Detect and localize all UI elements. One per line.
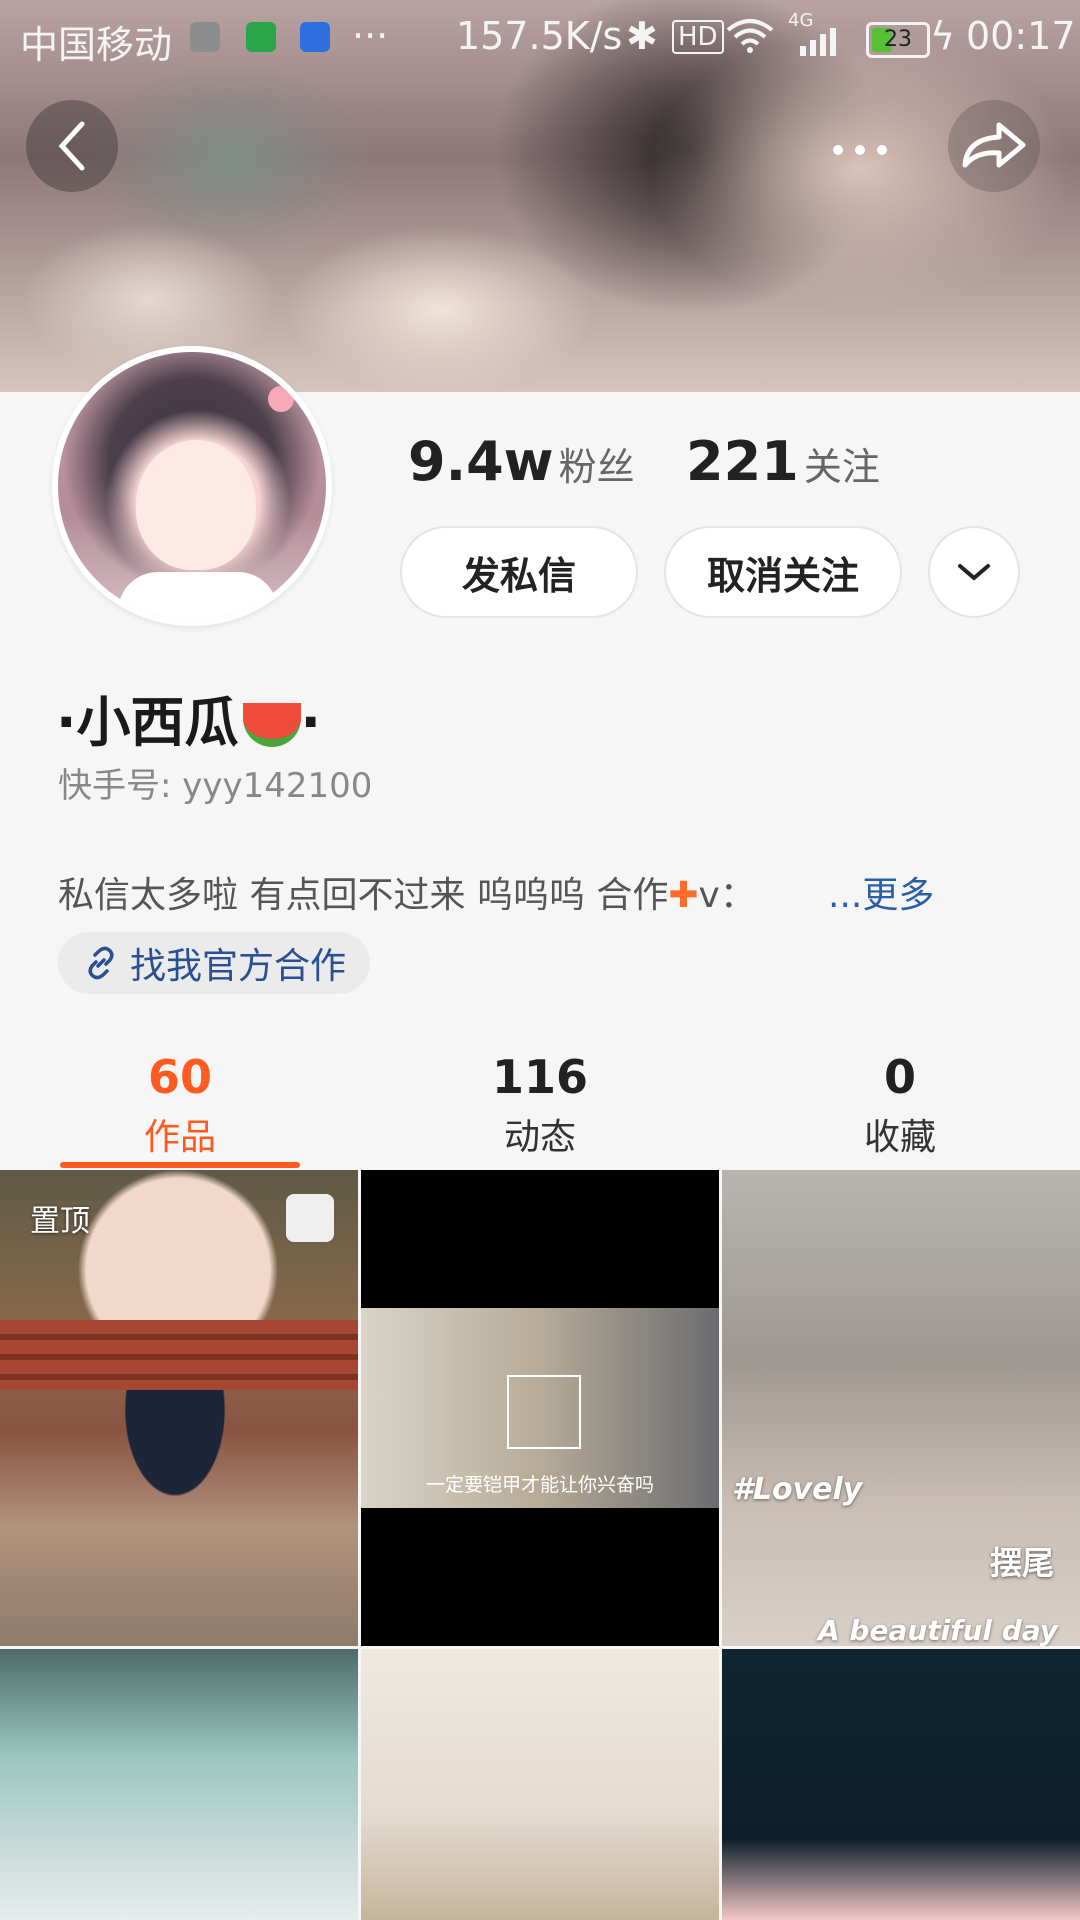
plus-emoji-icon: ✚ [668, 875, 699, 916]
following-label: 关注 [803, 445, 880, 489]
message-notification-icon [300, 22, 330, 52]
tab-moments-count: 116 [491, 1050, 589, 1104]
more-options-button[interactable] [820, 110, 900, 190]
video-thumbnail[interactable] [0, 1649, 358, 1920]
tab-favorites[interactable]: 0 收藏 [720, 1050, 1080, 1160]
bio-more-link[interactable]: ...更多 [828, 866, 934, 918]
focus-frame-icon [507, 1375, 581, 1449]
profile-name-suffix: · [300, 691, 322, 754]
app-notification-icon [246, 22, 276, 52]
tab-favorites-count: 0 [883, 1050, 916, 1104]
following-stat[interactable]: 221 关注 [686, 430, 880, 493]
tab-works-label: 作品 [143, 1117, 216, 1158]
cooperation-link-label: 找我官方合作 [130, 946, 347, 987]
profile-name-text: ·小西瓜 [56, 691, 239, 754]
followers-label: 粉丝 [558, 445, 635, 489]
charging-icon: ϟ [930, 14, 956, 58]
signal-icon [800, 28, 836, 56]
bio-text: 私信太多啦 有点回不过来 呜呜呜 合作 [58, 875, 669, 916]
more-dots-icon [833, 145, 887, 155]
unfollow-button[interactable]: 取消关注 [664, 526, 902, 618]
kuaishou-id: 快手号: yyy142100 [58, 766, 373, 806]
active-tab-indicator [60, 1162, 300, 1168]
sticker-icon [286, 1194, 334, 1242]
gallery-notification-icon [190, 22, 220, 52]
pinned-badge: 置顶 [30, 1204, 90, 1239]
wifi-icon [726, 19, 774, 53]
tab-works[interactable]: 60 作品 [0, 1050, 360, 1160]
watermelon-emoji-icon [242, 703, 301, 747]
hd-icon: HD [672, 20, 724, 54]
back-arrow-icon [58, 121, 85, 171]
profile-avatar[interactable] [52, 346, 332, 626]
back-button[interactable] [26, 100, 118, 192]
network-speed: 157.5K/s [456, 14, 623, 58]
video-thumbnail[interactable] [361, 1649, 719, 1920]
chevron-down-icon [958, 564, 990, 581]
video-grid: 置顶 一定要铠甲才能让你兴奋吗 #Lovely 摆尾 A beautiful d… [0, 1170, 1080, 1920]
carrier-label: 中国移动 [20, 23, 173, 67]
status-bar: 中国移动 ··· 157.5K/s ✱ HD 4G 23 ϟ 00:17 [0, 0, 1080, 72]
followers-count: 9.4w [408, 430, 554, 493]
bio-suffix: v： [698, 875, 756, 916]
tab-works-count: 60 [147, 1050, 212, 1104]
tab-moments[interactable]: 116 动态 [360, 1050, 720, 1160]
avatar-illustration [58, 352, 326, 620]
clock: 00:17 [966, 14, 1076, 58]
video-tag-beautiful-day: A beautiful day [818, 1614, 1059, 1646]
video-tag-wag: 摆尾 [990, 1544, 1055, 1582]
battery-level: 23 [884, 27, 912, 52]
more-notifications-icon: ··· [352, 14, 389, 58]
video-thumbnail[interactable]: #Lovely 摆尾 A beautiful day [722, 1170, 1080, 1646]
expand-button[interactable] [928, 526, 1020, 618]
following-count: 221 [686, 430, 799, 493]
profile-bio: 私信太多啦 有点回不过来 呜呜呜 合作✚v： [58, 866, 756, 918]
tab-favorites-label: 收藏 [863, 1117, 936, 1158]
share-button[interactable] [948, 100, 1040, 192]
battery-icon: 23 [866, 22, 930, 58]
video-thumbnail[interactable] [722, 1649, 1080, 1920]
share-arrow-icon [962, 122, 1026, 168]
profile-name: ·小西瓜 · [56, 678, 321, 757]
cooperation-link[interactable]: 找我官方合作 [58, 932, 371, 994]
video-tag-lovely: #Lovely [732, 1472, 863, 1507]
send-message-button[interactable]: 发私信 [400, 526, 638, 618]
bluetooth-icon: ✱ [626, 14, 658, 58]
followers-stat[interactable]: 9.4w 粉丝 [408, 430, 635, 493]
video-caption: 一定要铠甲才能让你兴奋吗 [425, 1474, 654, 1496]
tab-moments-label: 动态 [503, 1117, 576, 1158]
video-thumbnail[interactable]: 一定要铠甲才能让你兴奋吗 [361, 1170, 719, 1646]
video-thumbnail[interactable]: 置顶 [0, 1170, 358, 1646]
link-icon [88, 946, 114, 980]
